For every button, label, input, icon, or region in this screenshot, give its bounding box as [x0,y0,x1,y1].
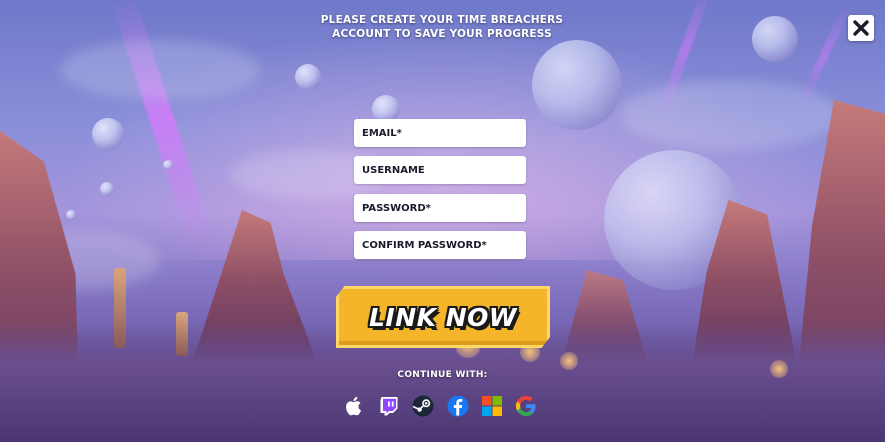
confirm-password-input[interactable] [362,231,518,259]
twitch-icon [380,397,398,416]
email-input[interactable] [362,119,518,147]
apple-icon [346,396,361,416]
microsoft-icon [482,396,502,416]
confirm-password-field[interactable] [354,231,526,259]
password-input[interactable] [362,194,518,222]
twitch-login-button[interactable] [377,394,401,418]
facebook-icon [447,395,469,417]
page-title: PLEASE CREATE YOUR TIME BREACHERS ACCOUN… [292,13,592,41]
steam-icon [412,395,434,417]
close-button[interactable] [848,15,874,41]
google-login-button[interactable] [514,394,538,418]
username-field[interactable] [354,156,526,184]
login-screen: PLEASE CREATE YOUR TIME BREACHERS ACCOUN… [0,0,885,442]
username-input[interactable] [362,156,518,184]
title-line-1: PLEASE CREATE YOUR TIME BREACHERS [320,14,564,26]
steam-login-button[interactable] [411,394,435,418]
continue-with-label: CONTINUE WITH: [397,370,488,380]
email-field[interactable] [354,119,526,147]
link-now-label: LINK NOW [369,302,517,332]
google-icon [516,396,536,416]
password-field[interactable] [354,194,526,222]
facebook-login-button[interactable] [446,394,470,418]
apple-login-button[interactable] [342,394,366,418]
title-line-2: ACCOUNT TO SAVE YOUR PROGRESS [332,28,552,40]
close-icon [853,20,869,36]
microsoft-login-button[interactable] [480,394,504,418]
link-now-button[interactable]: LINK NOW [336,286,550,348]
